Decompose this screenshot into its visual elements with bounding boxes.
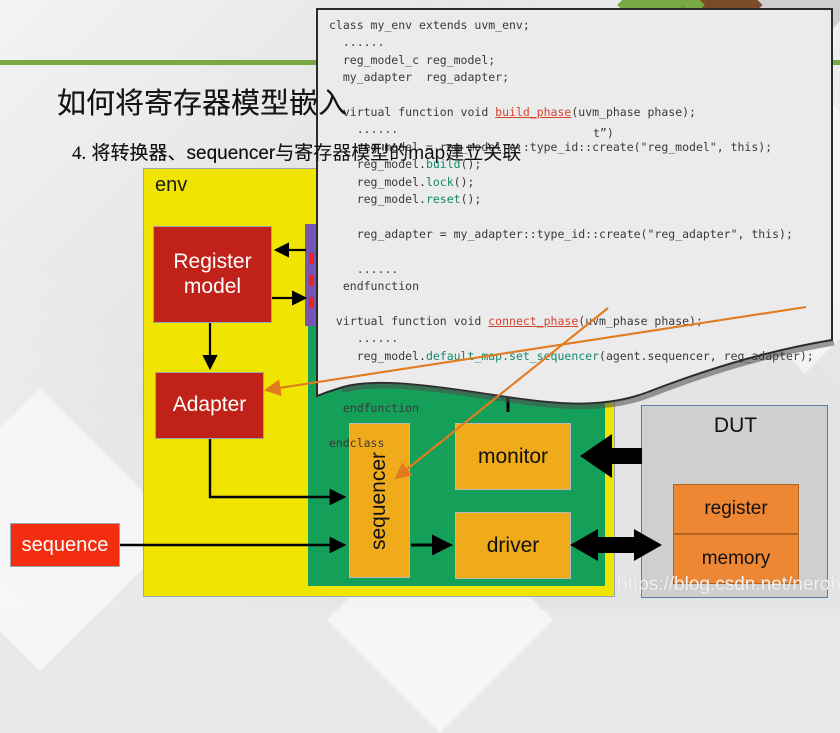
code-line-1: class my_env extends uvm_env; xyxy=(329,18,530,32)
code-line-23: endfunction xyxy=(329,400,420,415)
watermark: https://blog.csdn.net/nerohero xyxy=(617,574,840,595)
dut-register-cell: register xyxy=(673,484,799,534)
driver-box: driver xyxy=(455,512,571,579)
keyword-reset: reset xyxy=(425,192,461,207)
bullet-number-overlap: 4. xyxy=(72,143,87,164)
sequence-label: sequence xyxy=(21,533,109,556)
predictor-mark-2 xyxy=(309,275,314,286)
register-model-line2: model xyxy=(183,274,242,298)
page-title-text: 如何将寄存器模型嵌入 xyxy=(57,86,348,120)
register-model-label: Register model xyxy=(173,250,251,300)
code-line-7: ...... xyxy=(329,122,399,137)
keyword-connect-phase: connect_phase xyxy=(488,313,579,328)
sequencer-label: sequencer xyxy=(367,451,391,550)
code-line-18: virtual function void connect_phase(uvm_… xyxy=(329,313,703,328)
env-label: env xyxy=(155,174,188,196)
code-line-3: reg_model_c reg_model; xyxy=(329,52,496,67)
keyword-default-map: default_map.set_sequencer xyxy=(425,348,600,363)
code-line-19: ...... xyxy=(329,331,399,346)
code-line-15: ...... xyxy=(329,261,399,276)
register-model-box: Register model xyxy=(153,226,272,323)
register-model-line1: Register xyxy=(173,249,252,273)
bullet-label-overlap: 将转换器、sequencer与寄存器模型的map建立关联 xyxy=(91,143,522,164)
code-line-10: reg_model.lock(); xyxy=(329,174,475,189)
predictor-mark-1 xyxy=(309,253,314,264)
sequence-box: sequence xyxy=(10,523,120,567)
bullet-item-overlap: 4. 将转换器、sequencer与寄存器模型的map建立关联 xyxy=(72,138,772,165)
code-line-20: reg_model.default_map.set_sequencer(agen… xyxy=(329,348,814,363)
code-line-2: ...... xyxy=(329,35,385,50)
code-line-13: reg_adapter = my_adapter::type_id::creat… xyxy=(329,226,793,241)
code-line-16: endfunction xyxy=(329,279,420,294)
predictor-mark-3 xyxy=(309,297,314,308)
code-line-25: endclass xyxy=(329,435,385,450)
code-fragment-overlap: t”) xyxy=(593,126,614,140)
dut-register-label: register xyxy=(704,498,768,519)
code-line-11: reg_model.reset(); xyxy=(329,192,482,207)
adapter-box: Adapter xyxy=(155,372,264,439)
driver-label: driver xyxy=(486,533,540,557)
page-title-overlap: 如何将寄存器模型嵌入 xyxy=(57,80,617,122)
dut-memory-label: memory xyxy=(701,548,771,569)
code-callout: class my_env extends uvm_env; ...... reg… xyxy=(317,9,832,450)
adapter-label: Adapter xyxy=(172,393,247,417)
